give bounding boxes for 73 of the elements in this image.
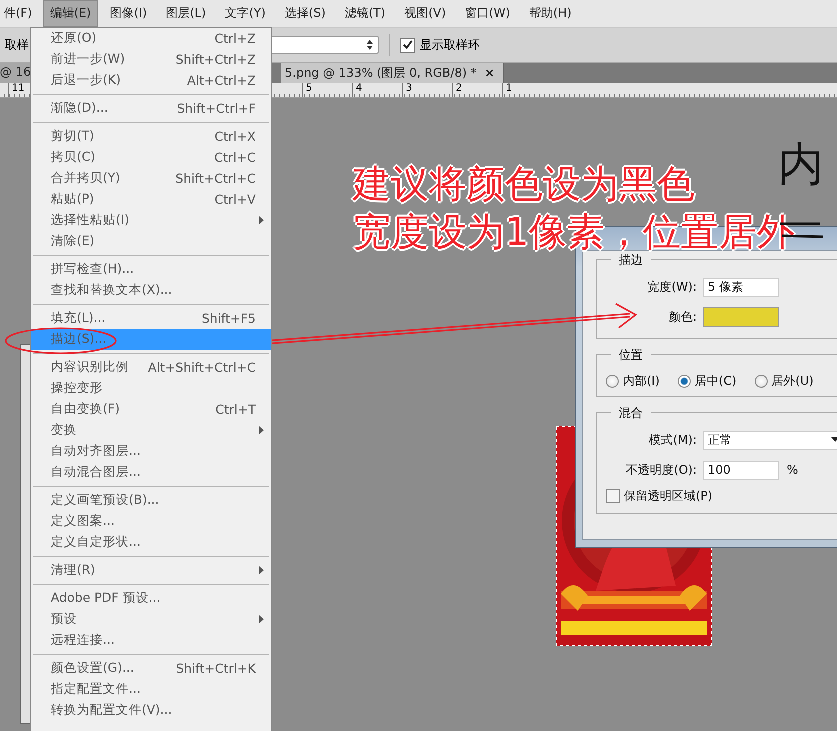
group-title: 混合 <box>611 405 651 422</box>
close-button[interactable]: × <box>484 66 495 80</box>
menu-bar-item[interactable]: 编辑(E) <box>43 0 98 27</box>
menu-bar-item[interactable]: 视图(V) <box>398 0 454 27</box>
menu-item[interactable]: 还原(O) Ctrl+Z <box>31 28 271 49</box>
mode-dropdown[interactable]: 正常 <box>703 430 837 450</box>
menu-item[interactable]: 拷贝(C) Ctrl+C <box>31 147 271 168</box>
ruler-number: 2 <box>452 83 502 97</box>
menu-item[interactable]: 转换为配置文件(V)... <box>31 700 271 721</box>
menu-bar-item[interactable]: 选择(S) <box>278 0 333 27</box>
menu-item[interactable]: 合并拷贝(Y) Shift+Ctrl+C <box>31 168 271 189</box>
menu-item[interactable]: 操控变形 <box>31 378 271 399</box>
menu-item[interactable]: 选择性粘贴(I) <box>31 210 271 231</box>
field-label: 不透明度(O): <box>625 462 698 478</box>
radio-label: 居外(U) <box>772 373 814 390</box>
up-down-icon <box>366 39 374 51</box>
menu-bar-item[interactable]: 滤镜(T) <box>338 0 393 27</box>
unit-label: % <box>787 463 798 477</box>
menu-item[interactable]: 前进一步(W) Shift+Ctrl+Z <box>31 49 271 70</box>
ruler-number: 1 <box>502 83 552 97</box>
menu-item[interactable]: 指定配置文件... <box>31 679 271 700</box>
menu-item[interactable]: 剪切(T) Ctrl+X <box>31 126 271 147</box>
menu-bar-item[interactable]: 图层(L) <box>159 0 214 27</box>
menu-item[interactable]: 查找和替换文本(X)... <box>31 280 271 301</box>
menu-item[interactable]: 内容识别比例 Alt+Shift+Ctrl+C <box>31 357 271 378</box>
menu-bar-item[interactable]: 件(F) <box>0 0 40 27</box>
field-label: 宽度(W): <box>646 278 698 296</box>
checkbox-label: 保留透明区域(P) <box>624 488 713 504</box>
radio-label: 居中(C) <box>694 373 737 390</box>
menu-item[interactable]: 清除(E) <box>31 231 271 252</box>
radio-button[interactable] <box>754 375 768 388</box>
checkbox-label: 显示取样环 <box>420 36 480 54</box>
menu-item[interactable]: 渐隐(D)... Shift+Ctrl+F <box>31 98 271 119</box>
radio-button[interactable] <box>606 375 619 388</box>
opacity-field[interactable]: 100 <box>703 460 779 480</box>
menu-item[interactable]: 定义图案... <box>31 511 271 532</box>
menu-item[interactable]: 远程连接... <box>31 630 271 651</box>
group-title: 位置 <box>611 347 651 364</box>
tool-label: 取样 <box>5 36 29 54</box>
annotation-text: 建议将颜色设为黑色 <box>353 161 696 208</box>
menu-item[interactable]: 定义画笔预设(B)... <box>31 490 271 511</box>
annotation-text: 宽度设为1像素，位置居外 <box>353 209 796 254</box>
document-tab[interactable]: 5.png @ 133% (图层 0, RGB/8) * × <box>281 63 504 83</box>
document-tab[interactable]: @ 16 <box>0 63 31 83</box>
width-field[interactable]: 5 像素 <box>703 278 779 296</box>
menu-item[interactable]: 变换 <box>31 420 271 441</box>
menu-item[interactable]: 自动混合图层... <box>31 462 271 483</box>
menu-item[interactable]: 自动对齐图层... <box>31 441 271 462</box>
menu-item[interactable]: 颜色设置(G)... Shift+Ctrl+K <box>31 658 271 679</box>
menu-item[interactable]: 清理(R) <box>31 560 271 581</box>
menu-bar-item[interactable]: 图像(I) <box>103 0 154 27</box>
ruler-number: 5 <box>302 83 352 97</box>
field-label: 模式(M): <box>648 432 698 448</box>
color-swatch[interactable] <box>703 307 779 327</box>
group-title: 描边 <box>611 252 651 269</box>
ruler-number: 4 <box>352 83 402 97</box>
menu-item[interactable]: Adobe PDF 预设... <box>31 588 271 609</box>
handwritten-note: 内 <box>778 136 824 192</box>
menu-item[interactable]: 粘贴(P) Ctrl+V <box>31 189 271 210</box>
radio-label: 内部(I) <box>623 373 660 390</box>
ruler-number: 3 <box>402 83 452 97</box>
menu-item[interactable]: 定义自定形状... <box>31 532 271 553</box>
menu-bar-item[interactable]: 文字(Y) <box>218 0 273 27</box>
menu-item[interactable]: 预设 <box>31 609 271 630</box>
checkbox[interactable] <box>400 38 415 52</box>
field-label: 颜色: <box>668 308 698 326</box>
menu-item[interactable]: 拼写检查(H)... <box>31 259 271 280</box>
menu-bar-item[interactable]: 窗口(W) <box>458 0 518 27</box>
checkbox[interactable] <box>606 489 620 503</box>
radio-button[interactable] <box>678 375 691 388</box>
menu-item[interactable]: 自由变换(F) Ctrl+T <box>31 399 271 420</box>
menu-item[interactable]: 填充(L)... Shift+F5 <box>31 308 271 329</box>
menu-bar-item[interactable]: 帮助(H) <box>522 0 579 27</box>
